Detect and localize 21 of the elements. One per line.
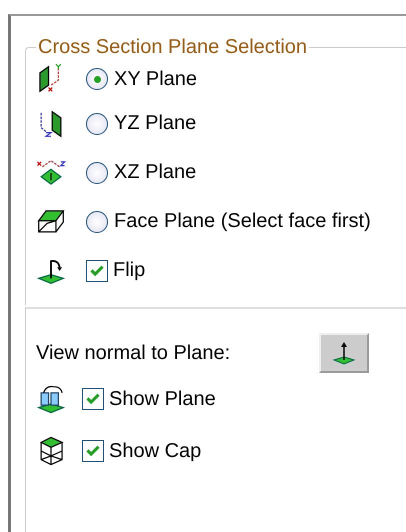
radio-button[interactable]: [86, 112, 108, 134]
checkbox[interactable]: [86, 260, 108, 282]
radio-button[interactable]: [86, 162, 108, 184]
view-normal-label: View normal to Plane:: [36, 342, 232, 364]
view-normal-button[interactable]: [319, 333, 369, 373]
option-label[interactable]: Show Plane: [109, 388, 216, 410]
normal-arrow-icon: [331, 340, 357, 366]
check-mark-icon: [85, 443, 101, 459]
radio-button[interactable]: [86, 210, 108, 232]
option-label[interactable]: Face Plane (Select face first): [114, 210, 371, 233]
option-label[interactable]: Show Cap: [109, 440, 202, 462]
display-icon: [36, 383, 66, 415]
radio-button[interactable]: [86, 68, 108, 90]
option-label[interactable]: Flip: [113, 259, 146, 282]
option-label[interactable]: XY Plane: [114, 68, 198, 90]
check-mark-icon: [85, 391, 101, 407]
checkbox[interactable]: [82, 388, 104, 410]
checkbox[interactable]: [82, 440, 104, 462]
group-title: Cross Section Plane Selection: [37, 36, 308, 59]
option-label[interactable]: YZ Plane: [114, 112, 196, 135]
option-label[interactable]: XZ Plane: [114, 161, 196, 184]
